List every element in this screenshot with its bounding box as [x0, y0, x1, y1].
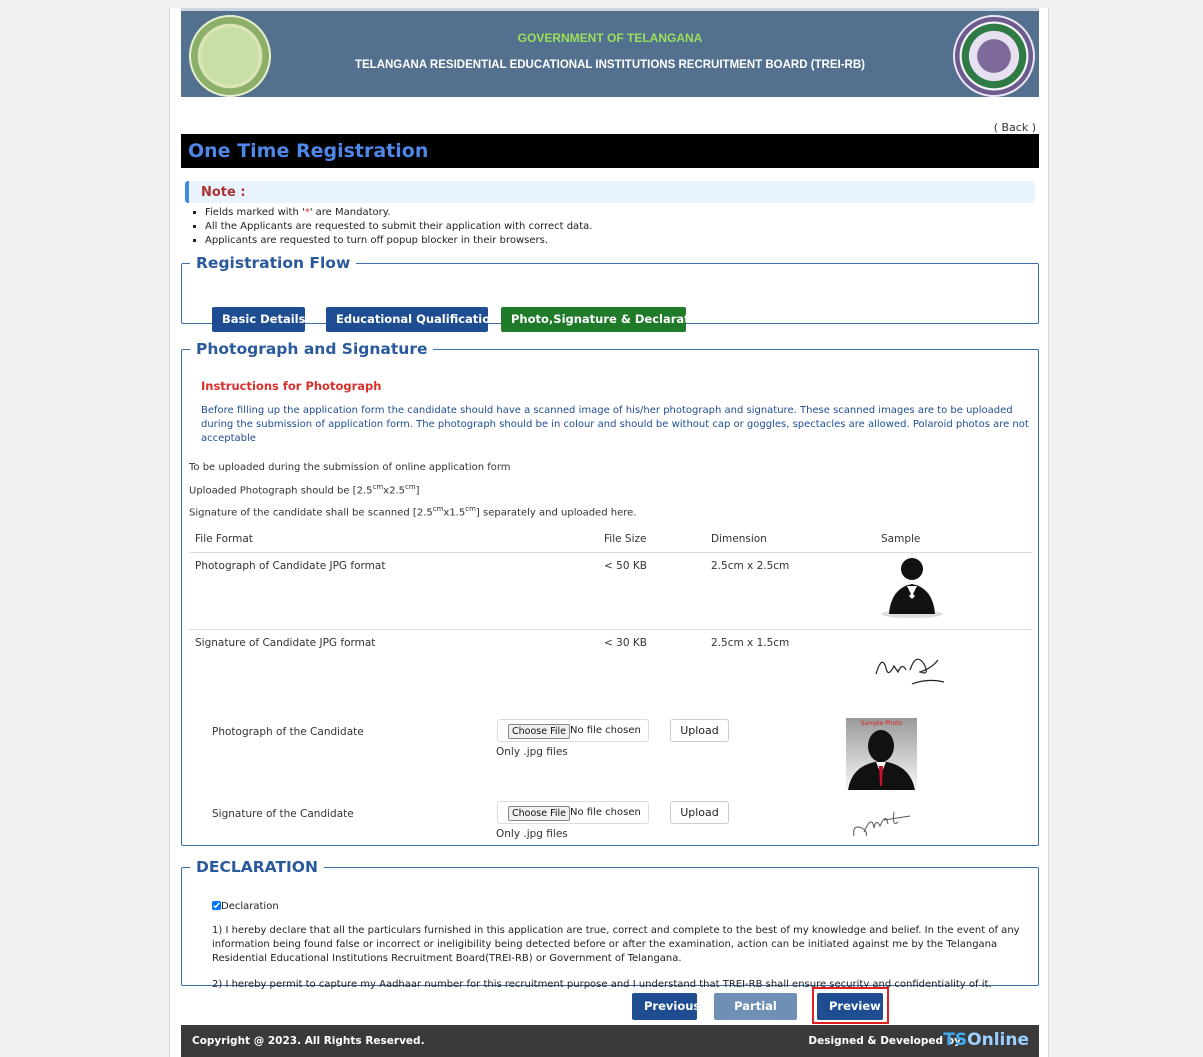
signature-file-input[interactable]: Choose File No file chosen: [497, 801, 649, 824]
sample-photo-preview: Sample Photo: [846, 718, 917, 790]
sample-signature-icon: [875, 658, 945, 685]
declaration-section: DECLARATION Declaration 1) I hereby decl…: [181, 858, 1039, 990]
preview-button[interactable]: Preview: [817, 993, 883, 1020]
note-title: Note :: [201, 185, 246, 200]
sample-photo-silhouette-icon: [881, 558, 943, 618]
signature-choose-file-button[interactable]: Choose File: [508, 806, 570, 821]
photo-signature-section: Photograph and Signature Instructions fo…: [181, 340, 1039, 846]
page-title-bar: One Time Registration: [181, 134, 1039, 168]
header-sample: Sample: [881, 533, 921, 545]
note-item: All the Applicants are requested to subm…: [205, 220, 592, 234]
government-title: GOVERNMENT OF TELANGANA: [517, 31, 703, 45]
note-box: Note :: [185, 181, 1035, 203]
registration-flow-legend: Registration Flow: [196, 254, 351, 272]
note-item: Applicants are requested to turn off pop…: [205, 234, 592, 248]
partial-save-button[interactable]: Partial Save: [714, 993, 797, 1040]
page-container: GOVERNMENT OF TELANGANA TELANGANA RESIDE…: [169, 8, 1049, 1057]
upload-note: To be uploaded during the submission of …: [189, 462, 511, 473]
instructions-text: Before filling up the application form t…: [201, 405, 1029, 444]
photo-section-legend: Photograph and Signature: [196, 340, 428, 358]
declaration-checkbox-label[interactable]: Declaration: [212, 901, 279, 912]
photo-file-input[interactable]: Choose File No file chosen: [497, 719, 649, 742]
photo-file-status: No file chosen: [570, 725, 641, 736]
board-title: TELANGANA RESIDENTIAL EDUCATIONAL INSTIT…: [354, 59, 866, 71]
footer: Copyright @ 2023. All Rights Reserved. D…: [181, 1025, 1039, 1057]
registration-flow: Registration Flow Basic Details Educatio…: [181, 254, 1039, 332]
step-educational-qualifications-button[interactable]: Educational Qualifications: [326, 307, 505, 332]
back-link[interactable]: ( Back ): [994, 121, 1036, 134]
declaration-checkbox[interactable]: [212, 901, 221, 910]
previous-button[interactable]: Previous: [632, 993, 700, 1020]
signature-size-note: Signature of the candidate shall be scan…: [189, 505, 637, 519]
designed-by-text: Designed & Developed by: [808, 1035, 961, 1047]
step-photo-signature-declaration-button[interactable]: Photo,Signature & Declaration: [501, 307, 710, 332]
photo-upload-label: Photograph of the Candidate: [212, 726, 364, 738]
signature-file-status: No file chosen: [570, 807, 641, 818]
header-file-format: File Format: [195, 533, 253, 545]
page-title: One Time Registration: [188, 140, 429, 162]
candidate-silhouette-icon: [848, 730, 915, 790]
photo-file-hint: Only .jpg files: [496, 746, 568, 758]
row-signature-dimension: 2.5cm x 1.5cm: [711, 637, 790, 649]
row-photo-format: Photograph of Candidate JPG format: [195, 560, 386, 572]
treirb-logo-icon: [953, 15, 1035, 97]
signature-upload-label: Signature of the Candidate: [212, 808, 354, 820]
note-item: Fields marked with '*' are Mandatory.: [205, 206, 592, 220]
uploaded-signature-icon: [853, 811, 911, 837]
row-photo-dimension: 2.5cm x 2.5cm: [711, 560, 790, 572]
row-photo-size: < 50 KB: [604, 560, 647, 572]
declaration-paragraph-1: 1) I hereby declare that all the particu…: [212, 925, 1020, 964]
row-signature-format: Signature of Candidate JPG format: [195, 637, 376, 649]
signature-file-hint: Only .jpg files: [496, 828, 568, 840]
declaration-legend: DECLARATION: [196, 858, 318, 876]
copyright-text: Copyright @ 2023. All Rights Reserved.: [192, 1035, 425, 1047]
photo-choose-file-button[interactable]: Choose File: [508, 724, 570, 739]
site-header: GOVERNMENT OF TELANGANA TELANGANA RESIDE…: [181, 8, 1039, 97]
row-signature-size: < 30 KB: [604, 637, 647, 649]
sample-photo-caption: Sample Photo: [860, 720, 903, 727]
photo-size-note: Uploaded Photograph should be [2.5cmx2.5…: [189, 483, 420, 497]
signature-upload-button[interactable]: Upload: [670, 801, 729, 824]
photo-upload-button[interactable]: Upload: [670, 719, 729, 742]
declaration-paragraph-2: 2) I hereby permit to capture my Aadhaar…: [212, 979, 992, 990]
header-file-size: File Size: [604, 533, 647, 545]
tsonline-logo: TSOnline: [943, 1030, 1029, 1050]
note-list: Fields marked with '*' are Mandatory. Al…: [205, 206, 592, 248]
header-dimension: Dimension: [711, 533, 767, 545]
step-basic-details-button[interactable]: Basic Details: [212, 307, 305, 332]
telangana-seal-icon: [189, 15, 271, 97]
instructions-title: Instructions for Photograph: [201, 379, 382, 393]
